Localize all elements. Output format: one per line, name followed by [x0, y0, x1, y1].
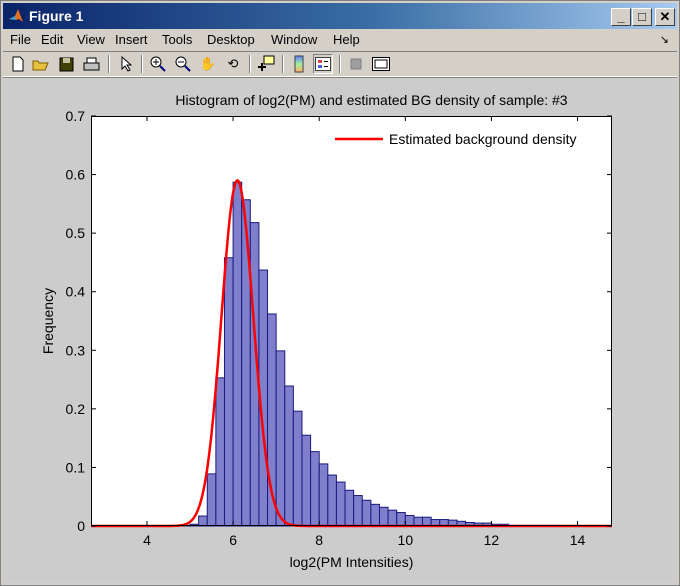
histogram-bar [353, 495, 363, 527]
y-tick-label: 0.6 [66, 167, 86, 183]
x-tick-label: 10 [398, 532, 414, 548]
x-tick-label: 12 [484, 532, 500, 548]
histogram-bar [301, 434, 312, 527]
histogram-bar [232, 181, 243, 527]
y-tick-label: 0.4 [66, 284, 86, 300]
histogram-bar [361, 499, 372, 527]
x-tick-label: 4 [143, 532, 151, 548]
histogram-bar [327, 474, 337, 527]
histogram-bar [413, 516, 424, 527]
histogram-bar [215, 377, 225, 527]
histogram-bar [387, 509, 398, 527]
y-tick-label: 0 [77, 518, 85, 534]
x-tick-label: 6 [229, 532, 237, 548]
y-tick-label: 0.5 [66, 225, 86, 241]
histogram-bar [310, 451, 320, 527]
x-tick-label: 14 [570, 532, 586, 548]
histogram-chart: 4 6 8 10 12 14 0 0.1 0.2 0.3 0.4 0.5 0.6 0.7 Histogra… [40, 92, 612, 570]
y-tick-label: 0.1 [66, 459, 86, 475]
histogram-bar [422, 516, 432, 527]
chart-title: Histogram of log2(PM) and estimated BG d… [175, 92, 567, 108]
histogram-bar [370, 503, 380, 527]
histogram-bar [198, 515, 208, 527]
histogram-bar [206, 473, 217, 527]
x-tick-label: 8 [315, 532, 323, 548]
histogram-bar [378, 506, 389, 527]
y-axis-label: Frequency [40, 288, 56, 354]
histogram-bar [318, 463, 329, 527]
histogram-bar [396, 512, 406, 527]
x-axis-label: log2(PM Intensities) [290, 554, 414, 570]
legend-entry: Estimated background density [389, 131, 577, 147]
histogram-bar [275, 350, 286, 527]
histogram-bar [335, 481, 346, 527]
histogram-bar [284, 385, 294, 527]
y-tick-label: 0.3 [66, 342, 86, 358]
histogram-bar [344, 489, 355, 527]
y-tick-label: 0.2 [66, 401, 86, 417]
histogram-bar [223, 257, 234, 527]
axes-background [91, 116, 612, 526]
histogram-bar [292, 410, 303, 527]
y-tick-label: 0.7 [66, 108, 86, 124]
histogram-bar [404, 514, 415, 527]
